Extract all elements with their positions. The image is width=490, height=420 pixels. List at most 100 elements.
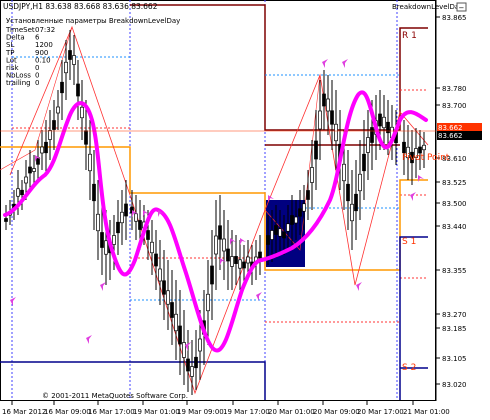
- time-tick-label: 20 Mar 17:00: [357, 408, 404, 416]
- candle-body: [72, 55, 76, 65]
- signal-arrow-icon: [240, 238, 246, 245]
- time-tick-label: 21 Mar 01:00: [403, 408, 450, 416]
- candle-body: [20, 189, 24, 196]
- candle-body: [198, 338, 202, 352]
- price-tick-label: 83.355: [442, 267, 467, 275]
- candle-body: [112, 235, 116, 245]
- time-tick-label: 19 Mar 17:00: [223, 408, 270, 416]
- candle-body: [306, 190, 310, 200]
- settings-panel: Установленные параметры BreakdownLevelDa…: [5, 17, 180, 87]
- candle-body: [354, 193, 358, 212]
- candle-body: [68, 50, 72, 60]
- candle-body: [330, 110, 334, 125]
- candle-body: [294, 216, 298, 224]
- candle-body: [314, 140, 318, 160]
- time-tick-label: 16 Mar 09:00: [44, 408, 91, 416]
- chart-window[interactable]: 83.662 83.662 83.865 83.780 83.700 83.610 83…: [0, 0, 490, 420]
- candle-body: [366, 137, 370, 153]
- price-tick-label: 83.020: [442, 381, 467, 389]
- candle-body: [246, 256, 250, 264]
- candle-body: [116, 221, 120, 234]
- candle-body: [4, 218, 8, 222]
- candle-body: [178, 325, 182, 345]
- candle-body: [370, 127, 374, 143]
- setting-label: trailing: [6, 79, 31, 87]
- price-tick-label: 83.440: [442, 223, 467, 231]
- bid-tag: 83.662: [438, 132, 463, 140]
- candle-body: [346, 183, 350, 202]
- candle-body: [186, 358, 190, 372]
- candle-body: [146, 230, 150, 240]
- candle-body: [226, 248, 230, 262]
- pivot-label: Pivot Point: [402, 153, 450, 163]
- signal-arrow-icon: [356, 282, 362, 291]
- candle-body: [282, 231, 286, 239]
- candle-body: [84, 130, 88, 145]
- symbol-header: USDJPY,H1 83.638 83.668 83.636 83.662: [3, 2, 158, 11]
- s1-label: S 1: [402, 237, 416, 247]
- candle-body: [230, 256, 234, 267]
- candle-body: [274, 225, 278, 235]
- price-tick-label: 83.700: [442, 102, 467, 110]
- price-tick-label: 83.500: [442, 200, 467, 208]
- candle-body: [64, 61, 68, 74]
- candle-body: [124, 203, 128, 217]
- candle-body: [342, 163, 346, 182]
- candle-body: [32, 168, 36, 172]
- price-tick-label: 83.185: [442, 325, 467, 333]
- candle-body: [222, 238, 226, 252]
- signal-arrow-icon: [86, 335, 92, 344]
- price-tick-label: 83.270: [442, 311, 467, 319]
- settings-title: Установленные параметры BreakdownLevelDa…: [6, 17, 180, 25]
- candle-body: [52, 120, 56, 130]
- candle-body: [48, 130, 52, 140]
- time-tick-label: 19 Mar 01:00: [133, 408, 180, 416]
- price-tick-label: 83.525: [442, 179, 467, 187]
- signal-arrow-icon: [410, 192, 416, 201]
- candle-body: [36, 157, 40, 165]
- candle-body: [190, 366, 194, 377]
- price-chart[interactable]: 83.662 83.662 83.86583.78083.70083.61083…: [0, 0, 490, 420]
- price-tick-label: 83.865: [442, 14, 467, 22]
- candle-body: [326, 98, 330, 112]
- candle-body: [166, 290, 170, 305]
- candle-body: [358, 173, 362, 192]
- s2-label: S 2: [402, 363, 416, 373]
- candle-body: [218, 225, 222, 240]
- candle-body: [150, 241, 154, 254]
- candle-body: [56, 106, 60, 114]
- time-tick-label: 20 Mar 01:00: [268, 408, 315, 416]
- price-tick-label: 83.780: [442, 85, 467, 93]
- signal-arrow-icon: [418, 175, 424, 182]
- candle-body: [362, 153, 366, 172]
- candle-body: [40, 146, 44, 154]
- candle-body: [270, 230, 274, 240]
- candle-body: [154, 253, 158, 267]
- candle-body: [206, 293, 210, 312]
- current-price-tag: 83.662: [438, 124, 463, 132]
- setting-value: 0: [35, 79, 39, 87]
- candle-body: [92, 183, 96, 202]
- indicator-tag: BreakdownLevelDay: [392, 3, 463, 11]
- signal-arrow-icon: [10, 297, 16, 306]
- signal-arrows: [10, 59, 424, 351]
- candle-body: [322, 93, 326, 107]
- s1-line: [399, 236, 428, 400]
- candle-body: [76, 83, 80, 97]
- price-tick-label: 83.105: [442, 355, 467, 363]
- signal-arrow-icon: [256, 292, 262, 301]
- candle-body: [28, 166, 32, 174]
- candle-body: [24, 176, 28, 184]
- candle-body: [382, 116, 386, 129]
- candle-body: [158, 268, 162, 282]
- candle-body: [16, 188, 20, 197]
- candle-body: [60, 81, 64, 94]
- candle-body: [134, 213, 138, 222]
- signal-arrow-icon: [230, 238, 236, 245]
- candle-body: [302, 203, 306, 212]
- candle-body: [290, 215, 294, 225]
- candle-body: [278, 228, 282, 237]
- time-tick-label: 16 Mar 2012: [2, 408, 46, 416]
- signal-arrow-icon: [220, 258, 226, 265]
- candle-body: [194, 356, 198, 369]
